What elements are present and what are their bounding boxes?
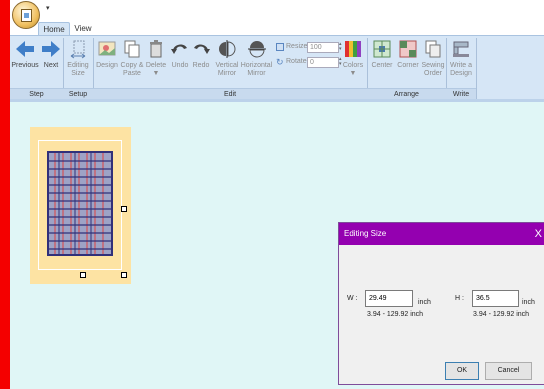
tab-home[interactable]: Home xyxy=(38,22,70,36)
resize-handle-bottom[interactable] xyxy=(80,272,86,278)
sewing-machine-icon xyxy=(453,41,469,57)
title-bar: ▾ xyxy=(10,0,544,22)
sewing-order-button[interactable]: Sewing Order xyxy=(421,39,445,78)
group-write-label: Write xyxy=(446,88,476,99)
horizontal-mirror-button[interactable]: Horizontal Mirror xyxy=(240,39,273,78)
width-label: W : xyxy=(347,295,358,302)
rotate-label: Rotate xyxy=(286,58,307,65)
sewing-order-label-2: Order xyxy=(424,70,442,77)
width-unit: inch xyxy=(418,299,431,306)
cancel-button[interactable]: Cancel xyxy=(485,362,532,380)
horizontal-mirror-icon xyxy=(247,41,266,58)
dialog-title: Editing Size xyxy=(344,229,387,238)
resize-handle-right[interactable] xyxy=(121,206,127,212)
editing-size-label-1: Editing xyxy=(67,62,89,69)
application-menu-button[interactable] xyxy=(12,1,40,29)
group-step-label: Step xyxy=(10,88,63,99)
delete-dropdown-icon[interactable]: ▼ xyxy=(153,70,160,77)
copy-icon xyxy=(124,40,140,58)
next-button[interactable]: Next xyxy=(40,39,62,70)
redo-label: Redo xyxy=(192,62,210,69)
center-label: Center xyxy=(371,62,393,69)
rotate-control: ↻ Rotate 0 ▴ ▾ xyxy=(276,57,346,69)
sewing-order-label-1: Sewing xyxy=(421,62,445,69)
colors-button[interactable]: Colors ▼ xyxy=(342,39,364,78)
app-logo-icon xyxy=(21,9,32,22)
arrow-right-icon xyxy=(42,41,60,57)
resize-handle-corner[interactable] xyxy=(121,272,127,278)
arrow-left-icon xyxy=(16,41,34,57)
editing-size-label-2: Size xyxy=(71,70,85,77)
horizontal-mirror-label-2: Mirror xyxy=(247,70,266,77)
trash-icon xyxy=(150,40,162,58)
horizontal-mirror-label-1: Horizontal xyxy=(240,62,273,69)
group-setup-label: Setup xyxy=(63,88,93,99)
undo-button[interactable]: Undo xyxy=(170,39,190,70)
colors-dropdown-icon[interactable]: ▼ xyxy=(350,70,357,77)
rotate-input[interactable]: 0 xyxy=(307,57,339,68)
width-range: 3.94 - 129.92 inch xyxy=(367,311,424,318)
group-edit-label: Edit xyxy=(93,88,367,99)
write-design-label-2: Design xyxy=(450,70,472,77)
ok-button[interactable]: OK xyxy=(445,362,479,380)
write-design-button[interactable]: Write a Design xyxy=(448,39,474,78)
resize-input[interactable]: 100 xyxy=(307,42,339,53)
group-arrange-label: Arrange xyxy=(367,88,446,99)
design-label: Design xyxy=(96,62,118,69)
undo-icon xyxy=(171,44,187,54)
divider xyxy=(476,38,477,99)
design-picture-icon xyxy=(98,41,116,56)
width-input[interactable]: 29.49 xyxy=(365,290,413,307)
copy-paste-label-2: Paste xyxy=(123,70,141,77)
ribbon-tabs: Home View xyxy=(10,22,544,36)
dialog-title-bar: Editing Size X xyxy=(339,223,544,245)
undo-label: Undo xyxy=(171,62,189,69)
corner-button[interactable]: Corner xyxy=(395,39,421,70)
vertical-mirror-icon xyxy=(219,40,236,58)
write-design-label-1: Write a xyxy=(449,62,473,69)
editing-size-dialog: Editing Size X W : 29.49 inch 3.94 - 129… xyxy=(338,222,544,385)
redo-icon xyxy=(194,44,210,54)
corner-icon xyxy=(399,40,417,58)
vertical-mirror-button[interactable]: Vertical Mirror xyxy=(214,39,240,78)
design-button[interactable]: Design xyxy=(95,39,119,70)
colors-label: Colors xyxy=(342,62,364,69)
embroidery-design-grid[interactable] xyxy=(47,151,113,256)
copy-paste-button[interactable]: Copy & Paste xyxy=(119,39,145,78)
grid-lines xyxy=(49,153,111,254)
previous-label: Previous xyxy=(11,62,39,69)
tab-view[interactable]: View xyxy=(72,22,94,36)
vertical-mirror-label-1: Vertical xyxy=(215,62,239,69)
center-button[interactable]: Center xyxy=(369,39,395,70)
delete-label: Delete xyxy=(145,62,167,69)
height-label: H : xyxy=(455,295,464,302)
left-edge-bar xyxy=(0,0,10,389)
center-icon xyxy=(373,40,391,58)
application-window: ▾ Home View Previous Next Step Editing S… xyxy=(10,0,544,389)
rotate-icon: ↻ xyxy=(276,57,284,67)
previous-button[interactable]: Previous xyxy=(11,39,39,70)
next-label: Next xyxy=(43,62,59,69)
color-palette-icon xyxy=(345,41,361,57)
close-icon[interactable]: X xyxy=(535,223,542,245)
corner-label: Corner xyxy=(397,62,419,69)
editing-size-button[interactable]: Editing Size xyxy=(65,39,91,78)
height-unit: inch xyxy=(522,299,535,306)
copy-paste-label-1: Copy & xyxy=(120,62,144,69)
redo-button[interactable]: Redo xyxy=(191,39,211,70)
embroidery-hoop xyxy=(30,127,131,284)
resize-icon xyxy=(276,43,284,51)
vertical-mirror-label-2: Mirror xyxy=(217,70,237,77)
height-range: 3.94 - 129.92 inch xyxy=(473,311,530,318)
resize-label: Resize xyxy=(286,43,308,50)
delete-button[interactable]: Delete ▼ xyxy=(145,39,167,78)
resize-frame-icon xyxy=(70,40,86,59)
resize-control: Resize 100 ▴ ▾ xyxy=(276,42,346,54)
quick-access-arrow-icon[interactable]: ▾ xyxy=(46,4,50,12)
sewing-order-icon xyxy=(425,40,441,58)
ribbon-panel: Previous Next Step Editing Size Setup De… xyxy=(10,35,544,99)
height-input[interactable]: 36.5 xyxy=(472,290,519,307)
